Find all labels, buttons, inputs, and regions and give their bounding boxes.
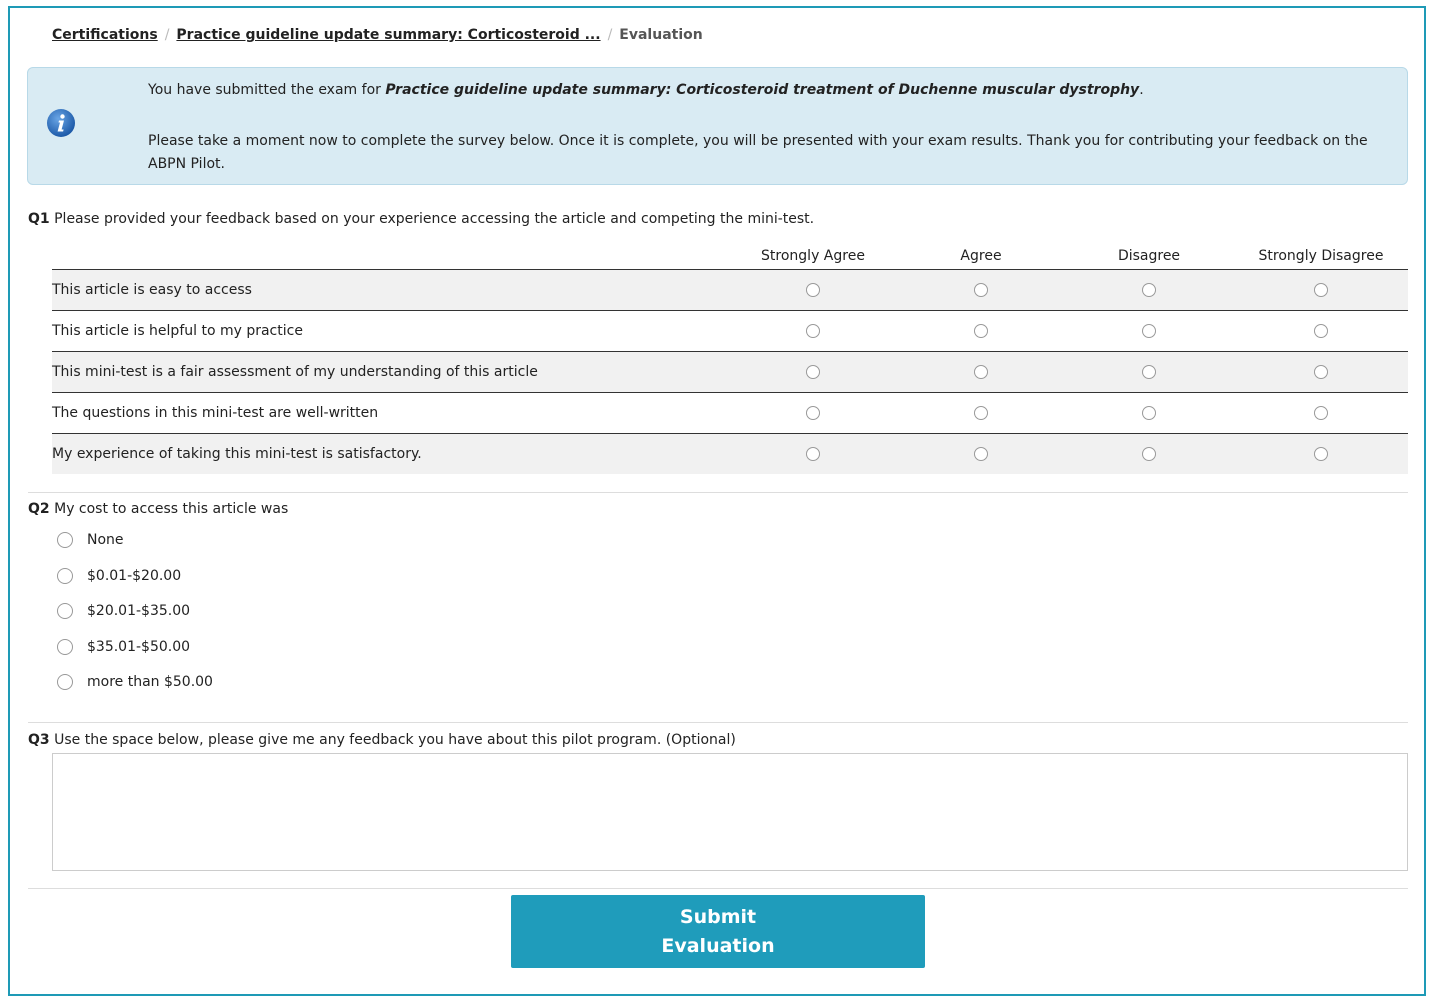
submit-evaluation-button[interactable]: Submit Evaluation	[511, 895, 925, 968]
radio-cost-tier2[interactable]	[57, 603, 73, 619]
column-agree: Agree	[898, 243, 1064, 270]
row-statement: This article is helpful to my practice	[52, 310, 728, 352]
alert-submitted-text: You have submitted the exam for Practice…	[148, 82, 1144, 98]
breadcrumb-separator: /	[164, 27, 170, 43]
cost-option[interactable]: more than $50.00	[57, 672, 213, 692]
breadcrumb-current: Evaluation	[619, 27, 703, 43]
row-statement: My experience of taking this mini-test i…	[52, 433, 728, 474]
column-disagree: Disagree	[1064, 243, 1234, 270]
q2-label: Q2 My cost to access this article was	[28, 501, 288, 517]
option-label: $0.01-$20.00	[87, 568, 182, 584]
row-statement: This article is easy to access	[52, 269, 728, 311]
q1-label: Q1 Please provided your feedback based o…	[28, 211, 814, 227]
radio-agree[interactable]	[974, 365, 988, 379]
radio-strongly-agree[interactable]	[806, 365, 820, 379]
radio-strongly-disagree[interactable]	[1314, 406, 1328, 420]
alert-suffix: .	[1139, 82, 1144, 98]
row-statement: The questions in this mini-test are well…	[52, 392, 728, 434]
cost-option[interactable]: $20.01-$35.00	[57, 601, 190, 621]
section-divider	[28, 888, 1408, 889]
radio-strongly-agree[interactable]	[806, 447, 820, 461]
radio-strongly-agree[interactable]	[806, 324, 820, 338]
alert-exam-title: Practice guideline update summary: Corti…	[385, 82, 1140, 98]
q3-number: Q3	[28, 732, 50, 748]
matrix-row: This mini-test is a fair assessment of m…	[52, 351, 1408, 393]
radio-disagree[interactable]	[1142, 447, 1156, 461]
breadcrumb-certifications-link[interactable]: Certifications	[52, 27, 158, 43]
cost-option[interactable]: $35.01-$50.00	[57, 637, 190, 657]
submit-label-line1: Submit	[679, 905, 757, 928]
matrix-row: This article is easy to access	[52, 269, 1408, 311]
radio-disagree[interactable]	[1142, 324, 1156, 338]
column-strongly-disagree: Strongly Disagree	[1234, 243, 1408, 270]
radio-strongly-disagree[interactable]	[1314, 365, 1328, 379]
q3-label: Q3 Use the space below, please give me a…	[28, 732, 736, 748]
radio-disagree[interactable]	[1142, 406, 1156, 420]
option-label: $20.01-$35.00	[87, 603, 191, 619]
radio-agree[interactable]	[974, 447, 988, 461]
radio-cost-tier3[interactable]	[57, 639, 73, 655]
radio-strongly-agree[interactable]	[806, 283, 820, 297]
matrix-row: This article is helpful to my practice	[52, 310, 1408, 352]
info-icon	[47, 109, 75, 137]
radio-agree[interactable]	[974, 406, 988, 420]
option-label: None	[87, 532, 124, 548]
radio-agree[interactable]	[974, 324, 988, 338]
radio-disagree[interactable]	[1142, 365, 1156, 379]
matrix-row: The questions in this mini-test are well…	[52, 392, 1408, 434]
radio-cost-tier1[interactable]	[57, 568, 73, 584]
radio-strongly-disagree[interactable]	[1314, 324, 1328, 338]
matrix-header-blank	[52, 243, 728, 270]
radio-disagree[interactable]	[1142, 283, 1156, 297]
radio-cost-none[interactable]	[57, 532, 73, 548]
option-label: more than $50.00	[87, 674, 213, 690]
breadcrumb: Certifications / Practice guideline update…	[52, 27, 703, 47]
option-label: $35.01-$50.00	[87, 639, 191, 655]
info-alert: You have submitted the exam for Practice…	[27, 67, 1408, 185]
radio-strongly-disagree[interactable]	[1314, 447, 1328, 461]
q2-text: My cost to access this article was	[54, 501, 289, 517]
radio-cost-tier4[interactable]	[57, 674, 73, 690]
radio-strongly-disagree[interactable]	[1314, 283, 1328, 297]
submit-label-line2: Evaluation	[661, 934, 775, 957]
breadcrumb-separator: /	[607, 27, 613, 43]
q2-number: Q2	[28, 501, 50, 517]
matrix-row: My experience of taking this mini-test i…	[52, 433, 1408, 474]
section-divider	[28, 722, 1408, 723]
q1-matrix: Strongly Agree Agree Disagree Strongly D…	[52, 243, 1408, 474]
q3-text: Use the space below, please give me any …	[54, 732, 736, 748]
breadcrumb-exam-link[interactable]: Practice guideline update summary: Corti…	[176, 27, 600, 43]
section-divider	[28, 492, 1408, 493]
feedback-textarea[interactable]	[52, 753, 1408, 871]
cost-option[interactable]: None	[57, 530, 124, 550]
q1-text: Please provided your feedback based on y…	[54, 211, 815, 227]
radio-agree[interactable]	[974, 283, 988, 297]
row-statement: This mini-test is a fair assessment of m…	[52, 351, 728, 393]
column-strongly-agree: Strongly Agree	[728, 243, 898, 270]
alert-message: Please take a moment now to complete the…	[148, 133, 1368, 172]
alert-prefix: You have submitted the exam for	[148, 82, 386, 98]
q1-number: Q1	[28, 211, 50, 227]
cost-option[interactable]: $0.01-$20.00	[57, 566, 181, 586]
radio-strongly-agree[interactable]	[806, 406, 820, 420]
